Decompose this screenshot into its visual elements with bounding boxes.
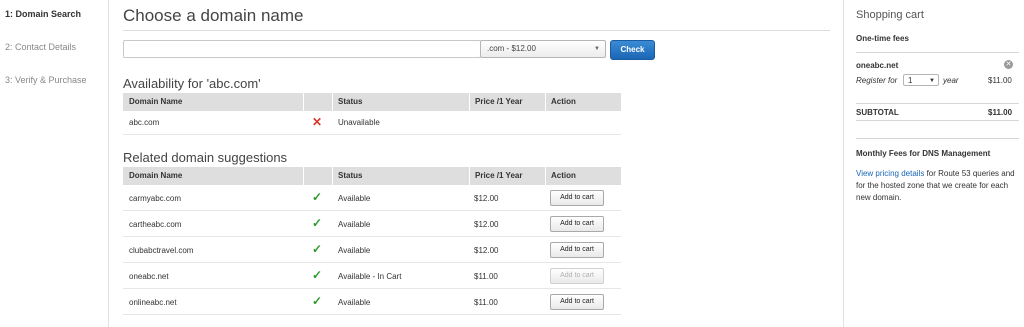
cart-divider bbox=[856, 103, 1019, 104]
price-text: $11.00 bbox=[474, 272, 498, 281]
table-row: onlineabc.net ✓ Available $11.00 Add to … bbox=[123, 289, 621, 315]
col-status: Status bbox=[338, 97, 363, 106]
add-to-cart-button-disabled: Add to cart bbox=[550, 268, 604, 284]
add-to-cart-button[interactable]: Add to cart bbox=[550, 216, 604, 232]
table-row: clubabctravel.com ✓ Available $12.00 Add… bbox=[123, 237, 621, 263]
caret-down-icon: ▼ bbox=[594, 46, 600, 52]
price-text: $11.00 bbox=[474, 298, 498, 307]
monthly-fees-label: Monthly Fees for DNS Management bbox=[856, 149, 991, 158]
add-to-cart-button[interactable]: Add to cart bbox=[550, 190, 604, 206]
price-text: $12.00 bbox=[474, 220, 499, 229]
remove-icon[interactable]: ✕ bbox=[1004, 60, 1013, 69]
table-row: abc.com ✕ Unavailable bbox=[123, 111, 621, 135]
cart-divider bbox=[856, 52, 1019, 53]
checkmark-icon: ✓ bbox=[312, 242, 323, 256]
caret-down-icon: ▼ bbox=[929, 78, 935, 84]
step-domain-search[interactable]: 1: Domain Search bbox=[5, 9, 81, 19]
tld-select-value: .com - $12.00 bbox=[487, 44, 536, 53]
register-for-label: Register for bbox=[856, 76, 898, 85]
table-row: cartheabc.com ✓ Available $12.00 Add to … bbox=[123, 211, 621, 237]
header-divider bbox=[303, 167, 304, 185]
add-to-cart-button[interactable]: Add to cart bbox=[550, 294, 604, 310]
title-divider bbox=[123, 30, 830, 31]
page-title: Choose a domain name bbox=[123, 6, 304, 25]
subtotal-value: $11.00 bbox=[988, 108, 1013, 117]
domain-name: onlineabc.net bbox=[129, 298, 177, 307]
table-header: Domain Name Status Price /1 Year Action bbox=[123, 167, 621, 185]
availability-heading: Availability for 'abc.com' bbox=[123, 76, 261, 91]
add-to-cart-button[interactable]: Add to cart bbox=[550, 242, 604, 258]
domain-name: cartheabc.com bbox=[129, 220, 182, 229]
table-row: carmyabc.com ✓ Available $12.00 Add to c… bbox=[123, 185, 621, 211]
col-domain-name: Domain Name bbox=[129, 97, 183, 106]
main-content: Choose a domain name .com - $12.00 ▼ Che… bbox=[123, 0, 831, 327]
one-time-fees-label: One-time fees bbox=[856, 34, 909, 43]
domain-name: abc.com bbox=[129, 118, 160, 127]
domain-name: clubabctravel.com bbox=[129, 246, 194, 255]
year-select[interactable]: 1 ▼ bbox=[903, 74, 939, 86]
checkmark-icon: ✓ bbox=[312, 190, 323, 204]
shopping-cart-panel: Shopping cart One-time fees oneabc.net ✕… bbox=[843, 0, 1024, 327]
checkmark-icon: ✓ bbox=[312, 268, 323, 282]
col-domain-name: Domain Name bbox=[129, 171, 183, 180]
price-text: $12.00 bbox=[474, 194, 499, 203]
status-text: Available - In Cart bbox=[338, 272, 402, 281]
table-header: Domain Name Status Price /1 Year Action bbox=[123, 93, 621, 111]
cart-item-price: $11.00 bbox=[988, 76, 1012, 85]
domain-name: oneabc.net bbox=[129, 272, 169, 281]
availability-table: Domain Name Status Price /1 Year Action … bbox=[123, 93, 621, 135]
suggestions-table: Domain Name Status Price /1 Year Action … bbox=[123, 167, 621, 327]
cart-divider bbox=[856, 138, 1019, 139]
cart-divider bbox=[856, 120, 1019, 121]
checkmark-icon: ✓ bbox=[312, 216, 323, 230]
status-text: Available bbox=[338, 298, 371, 307]
col-action: Action bbox=[551, 97, 576, 106]
steps-nav: 1: Domain Search 2: Contact Details 3: V… bbox=[0, 0, 109, 327]
year-label: year bbox=[943, 76, 959, 85]
col-price: Price /1 Year bbox=[475, 97, 523, 106]
subtotal-label: SUBTOTAL bbox=[856, 108, 899, 117]
cross-icon: ✕ bbox=[312, 115, 323, 129]
col-status: Status bbox=[338, 171, 363, 180]
checkmark-icon: ✓ bbox=[312, 294, 323, 308]
cart-item-name: oneabc.net bbox=[856, 61, 899, 70]
check-button[interactable]: Check bbox=[610, 40, 655, 60]
tld-select[interactable]: .com - $12.00 ▼ bbox=[480, 40, 606, 58]
step-contact-details[interactable]: 2: Contact Details bbox=[5, 42, 76, 52]
domain-name: carmyabc.com bbox=[129, 194, 182, 203]
header-divider bbox=[303, 93, 304, 111]
status-text: Unavailable bbox=[338, 118, 380, 127]
view-pricing-link[interactable]: View pricing details bbox=[856, 169, 924, 178]
status-text: Available bbox=[338, 220, 371, 229]
status-text: Available bbox=[338, 194, 371, 203]
pricing-info: View pricing details for Route 53 querie… bbox=[856, 168, 1022, 204]
price-text: $12.00 bbox=[474, 246, 499, 255]
table-row: oneabc.net ✓ Available - In Cart $11.00 … bbox=[123, 263, 621, 289]
suggestions-heading: Related domain suggestions bbox=[123, 150, 288, 165]
col-price: Price /1 Year bbox=[475, 171, 523, 180]
year-select-value: 1 bbox=[908, 76, 913, 85]
status-text: Available bbox=[338, 246, 371, 255]
col-action: Action bbox=[551, 171, 576, 180]
cart-title: Shopping cart bbox=[856, 9, 924, 21]
domain-search-input[interactable] bbox=[123, 40, 481, 58]
step-verify-purchase[interactable]: 3: Verify & Purchase bbox=[5, 75, 87, 85]
